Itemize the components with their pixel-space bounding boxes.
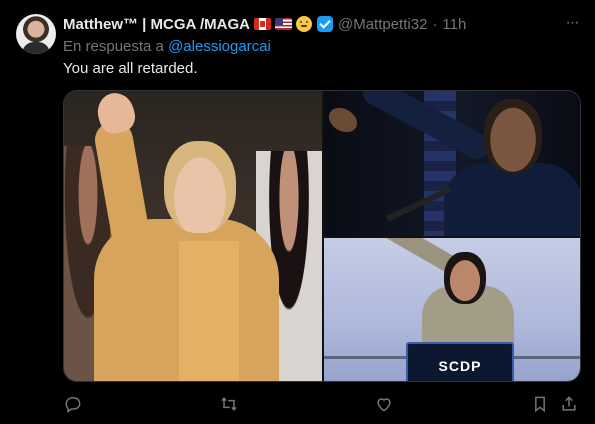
separator: · bbox=[432, 15, 438, 33]
share-icon[interactable] bbox=[559, 394, 579, 414]
action-bar bbox=[63, 392, 581, 416]
reply-mention-link[interactable]: @alessiogarcai bbox=[168, 38, 271, 55]
photo-man-gesturing[interactable] bbox=[324, 91, 580, 236]
reply-prefix: En respuesta a bbox=[63, 38, 169, 55]
media-grid: SCDP bbox=[63, 90, 581, 382]
podium: SCDP bbox=[406, 342, 514, 381]
reply-context: En respuesta a @alessiogarcai bbox=[63, 38, 271, 55]
bookmark-icon[interactable] bbox=[530, 394, 550, 414]
avatar[interactable] bbox=[16, 14, 56, 54]
canada-flag-icon bbox=[253, 18, 271, 30]
retweet-icon[interactable] bbox=[219, 394, 239, 414]
photo-woman-at-podium[interactable]: SCDP bbox=[324, 238, 580, 381]
author-name[interactable]: Matthew™ | MCGA /MAGA bbox=[63, 16, 250, 33]
us-flag-icon bbox=[274, 18, 292, 30]
tweet-text: You are all retarded. bbox=[63, 60, 198, 77]
podium-label: SCDP bbox=[438, 358, 482, 374]
tweet-header: Matthew™ | MCGA /MAGA @Mattpetti32 · 11h bbox=[63, 14, 466, 34]
timestamp[interactable]: 11h bbox=[442, 16, 466, 33]
author-handle[interactable]: @Mattpetti32 bbox=[338, 16, 427, 33]
like-icon[interactable] bbox=[374, 394, 394, 414]
verified-badge-icon[interactable] bbox=[316, 16, 333, 32]
reply-icon[interactable] bbox=[63, 394, 83, 414]
photo-woman-waving[interactable] bbox=[64, 91, 322, 381]
face-emoji-icon bbox=[295, 16, 312, 32]
more-icon[interactable]: ··· bbox=[562, 14, 582, 34]
